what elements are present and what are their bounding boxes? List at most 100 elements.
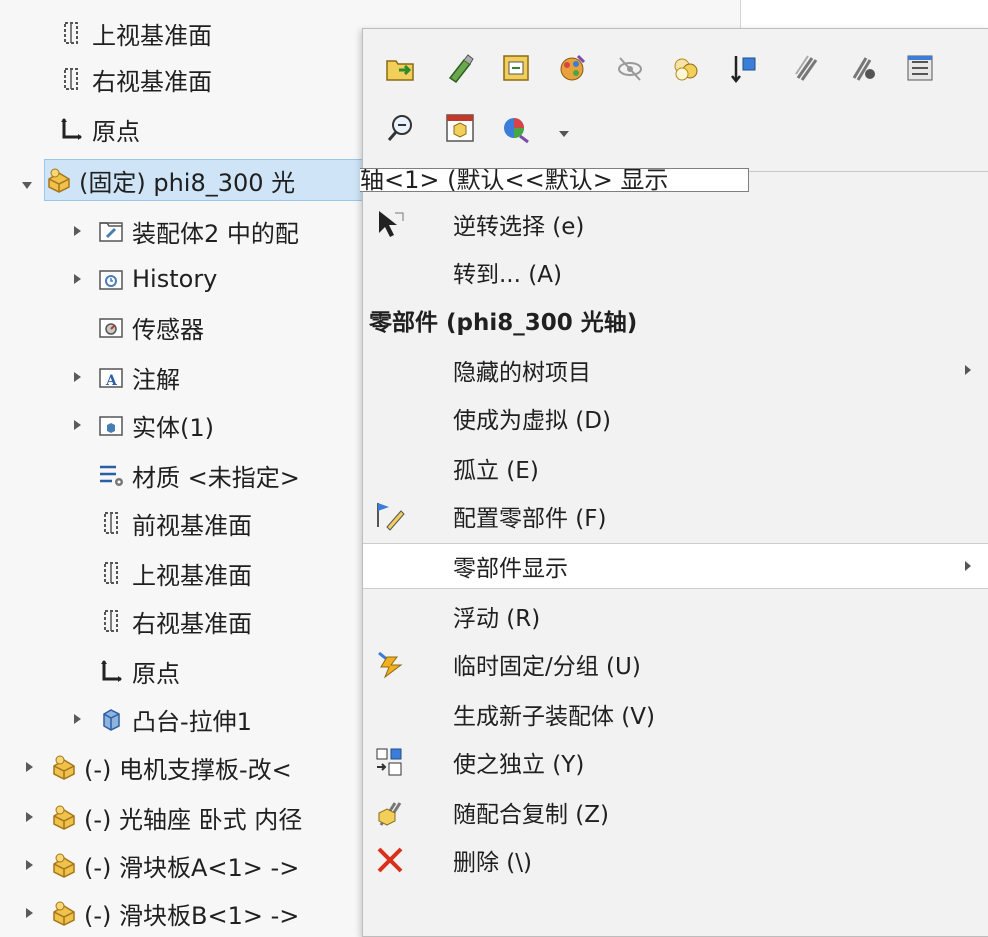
- tree-item-label: (固定) phi8_300 光: [79, 168, 296, 197]
- svg-text:A: A: [105, 373, 118, 389]
- change-transparency-icon[interactable]: [669, 51, 703, 85]
- expand-arrow-icon[interactable]: [70, 370, 84, 384]
- plane-icon: [98, 510, 124, 536]
- menu-item-hidden-tree-items[interactable]: 隐藏的树项目: [363, 347, 988, 393]
- menu-item-isolate[interactable]: 孤立 (E): [363, 445, 988, 491]
- tree-item-label: (-) 光轴座 卧式 内径: [84, 805, 303, 834]
- context-toolbar: [363, 29, 988, 171]
- part-icon: [50, 852, 76, 878]
- context-menu: 逆转选择 (e) 转到... (A) 零部件 (phi8_300 光轴) 隐藏的…: [362, 28, 988, 937]
- part-icon: [45, 167, 71, 193]
- fix-group-icon: [373, 647, 407, 681]
- folder-history-icon: [98, 266, 124, 292]
- menu-item-label: 删除 (\): [453, 850, 533, 876]
- tree-item-label: 前视基准面: [132, 511, 252, 540]
- part-icon: [50, 804, 76, 830]
- menu-item-float[interactable]: 浮动 (R): [363, 593, 988, 639]
- cursor-icon: [373, 207, 407, 241]
- menu-item-configure-component[interactable]: 配置零部件 (F): [363, 493, 988, 539]
- menu-item-copy-with-mates[interactable]: 随配合复制 (Z): [363, 789, 988, 835]
- tree-item-label: History: [132, 265, 218, 293]
- tree-item-label: 注解: [132, 365, 180, 394]
- material-icon: [98, 462, 124, 488]
- plane-icon: [98, 608, 124, 634]
- menu-item-label: 随配合复制 (Z): [453, 802, 610, 828]
- expand-arrow-icon[interactable]: [70, 418, 84, 432]
- make-independent-icon: [373, 745, 407, 779]
- menu-section-header: 零部件 (phi8_300 光轴): [363, 297, 988, 343]
- tree-item-label: 传感器: [132, 315, 204, 344]
- component-name-field[interactable]: 轴<1> (默认<<默认> 显示: [360, 168, 749, 192]
- tree-item-label: 原点: [132, 659, 180, 688]
- expand-arrow-icon[interactable]: [70, 712, 84, 726]
- folder-solid-icon: [98, 412, 124, 438]
- folder-annotation-icon: A: [98, 364, 124, 390]
- expand-arrow-icon[interactable]: [70, 224, 84, 238]
- menu-item-label: 临时固定/分组 (U): [453, 654, 641, 680]
- submenu-arrow-icon: [965, 561, 971, 571]
- tree-item-label: (-) 滑块板B<1> ->: [84, 901, 300, 930]
- mate-icon[interactable]: [787, 51, 821, 85]
- color-icon[interactable]: [499, 111, 533, 145]
- menu-item-label: 使成为虚拟 (D): [453, 408, 611, 434]
- menu-item-delete[interactable]: 删除 (\): [363, 837, 988, 883]
- extrude-icon: [98, 706, 124, 732]
- part-icon: [50, 900, 76, 926]
- menu-item-label: 生成新子装配体 (V): [453, 704, 655, 730]
- menu-section-label: 零部件 (phi8_300 光轴): [369, 310, 638, 336]
- submenu-arrow-icon: [965, 365, 971, 375]
- menu-item-component-display[interactable]: 零部件显示: [363, 543, 988, 589]
- expand-arrow-icon[interactable]: [22, 760, 36, 774]
- tree-item-label: 右视基准面: [92, 67, 212, 96]
- plane-icon: [58, 66, 84, 92]
- menu-item-new-subassembly[interactable]: 生成新子装配体 (V): [363, 691, 988, 737]
- edit-part-icon[interactable]: [443, 51, 477, 85]
- menu-item-label: 浮动 (R): [453, 606, 541, 632]
- expand-arrow-icon[interactable]: [22, 906, 36, 920]
- menu-item-temp-fix-group[interactable]: 临时固定/分组 (U): [363, 641, 988, 687]
- tree-item-label: 上视基准面: [92, 21, 212, 50]
- tree-item-label: 原点: [92, 117, 140, 146]
- menu-item-make-virtual[interactable]: 使成为虚拟 (D): [363, 395, 988, 441]
- smart-mate-icon[interactable]: [845, 51, 879, 85]
- delete-icon: [373, 843, 407, 877]
- component-name-text: 轴<1> (默认<<默认> 显示: [360, 168, 669, 192]
- collapse-arrow-icon[interactable]: [20, 178, 34, 192]
- tree-item-label: 上视基准面: [132, 561, 252, 590]
- menu-item-invert-selection[interactable]: 逆转选择 (e): [363, 201, 988, 247]
- edit-assembly-icon[interactable]: [499, 51, 533, 85]
- menu-item-label: 逆转选择 (e): [453, 214, 585, 240]
- tree-item-label: 装配体2 中的配: [132, 219, 299, 248]
- configure-component-icon: [373, 499, 407, 533]
- tree-item-label: 实体(1): [132, 413, 214, 442]
- expand-arrow-icon[interactable]: [70, 272, 84, 286]
- folder-mates-icon: [98, 218, 124, 244]
- hide-icon[interactable]: [613, 51, 647, 85]
- open-part-icon[interactable]: [383, 51, 417, 85]
- tree-item-selected-component[interactable]: (固定) phi8_300 光: [44, 159, 364, 201]
- origin-icon: [58, 116, 84, 142]
- menu-item-label: 转到... (A): [453, 262, 562, 288]
- view-icon[interactable]: [443, 111, 477, 145]
- tree-item-label: 右视基准面: [132, 609, 252, 638]
- origin-icon: [98, 658, 124, 684]
- feature-manager-tree: 上视基准面 右视基准面 原点 (固定) phi8_300 光 装配体2 中的配 …: [0, 0, 364, 935]
- appearance-icon[interactable]: [555, 51, 589, 85]
- menu-item-label: 零部件显示: [453, 556, 568, 582]
- part-icon: [50, 754, 76, 780]
- menu-item-label: 孤立 (E): [453, 458, 539, 484]
- menu-item-label: 使之独立 (Y): [453, 752, 585, 778]
- menu-item-label: 隐藏的树项目: [453, 360, 591, 386]
- tree-item-label: (-) 电机支撑板-改<: [84, 755, 292, 784]
- expand-arrow-icon[interactable]: [22, 810, 36, 824]
- zoom-to-selection-icon[interactable]: [383, 111, 417, 145]
- move-component-icon[interactable]: [727, 51, 761, 85]
- menu-item-make-independent[interactable]: 使之独立 (Y): [363, 739, 988, 785]
- expand-arrow-icon[interactable]: [22, 858, 36, 872]
- menu-item-goto[interactable]: 转到... (A): [363, 249, 988, 295]
- properties-icon[interactable]: [903, 51, 937, 85]
- menu-item-label: 配置零部件 (F): [453, 506, 607, 532]
- chevron-down-icon[interactable]: [553, 117, 575, 151]
- copy-with-mates-icon: [373, 795, 407, 829]
- tree-item-label: 凸台-拉伸1: [132, 707, 252, 736]
